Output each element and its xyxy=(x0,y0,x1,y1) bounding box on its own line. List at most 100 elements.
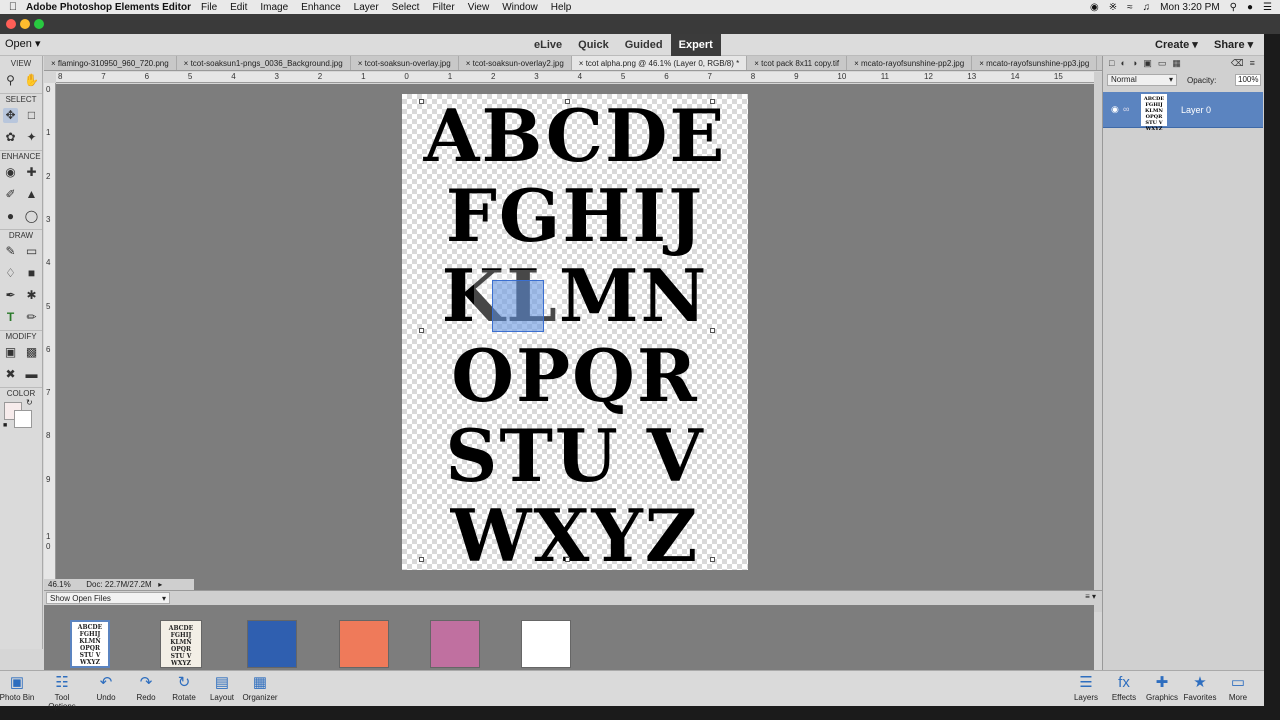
brush-tool-icon[interactable]: ✎ xyxy=(3,244,18,259)
new-layer-icon[interactable]: □ xyxy=(1109,58,1114,68)
delete-layer-icon[interactable]: ⌫ xyxy=(1231,58,1244,69)
canvas-area[interactable]: ABCDE FGHIJ KLMN OPQR STU V WXYZ xyxy=(56,84,1094,612)
sponge-tool-icon[interactable]: ◯ xyxy=(24,209,39,224)
new-adjustment-layer-icon[interactable]: ◑ xyxy=(1132,58,1137,68)
mode-quick[interactable]: Quick xyxy=(570,34,617,56)
thumb-soaksun-overlay[interactable] xyxy=(339,620,389,668)
transform-handle[interactable] xyxy=(710,557,715,562)
transform-handle[interactable] xyxy=(710,99,715,104)
volume-icon[interactable]: ♫ xyxy=(1143,2,1151,13)
healing-brush-tool-icon[interactable]: ✚ xyxy=(24,165,39,180)
menu-enhance[interactable]: Enhance xyxy=(301,2,340,13)
type-tool-icon[interactable]: T xyxy=(3,310,18,325)
app-name[interactable]: Adobe Photoshop Elements Editor xyxy=(26,2,191,13)
vertical-scrollbar[interactable] xyxy=(1094,72,1102,612)
bluetooth-icon[interactable]: ※ xyxy=(1109,2,1117,13)
paint-bucket-tool-icon[interactable]: ♢ xyxy=(3,266,18,281)
layer-name[interactable]: Layer 0 xyxy=(1181,105,1211,115)
mode-guided[interactable]: Guided xyxy=(617,34,671,56)
crop-tool-icon[interactable]: ▣ xyxy=(3,345,18,360)
move-tool-icon[interactable]: ✥ xyxy=(3,107,18,123)
lasso-tool-icon[interactable]: ✿ xyxy=(3,130,18,145)
show-open-files-select[interactable]: Show Open Files ▾ xyxy=(46,592,170,604)
transform-handle[interactable] xyxy=(419,99,424,104)
layer-row-layer0[interactable]: ◉ ∞ ABCDE FGHIJ KLMN OPQR STU V WXYZ Lay… xyxy=(1103,92,1263,132)
mode-expert[interactable]: Expert xyxy=(670,34,721,56)
tab-flamingo[interactable]: × flamingo-310950_960_720.png xyxy=(44,56,177,70)
thumb-tcot-alpha[interactable]: ABCDE FGHIJ KLMN OPQR STU V WXYZ xyxy=(70,620,110,668)
record-icon[interactable]: ◉ xyxy=(1090,2,1099,13)
new-fill-layer-icon[interactable]: ◐ xyxy=(1120,58,1125,68)
share-button[interactable]: Share ▾ xyxy=(1214,38,1253,51)
mode-elive[interactable]: eLive xyxy=(526,34,570,56)
eyedropper-tool-icon[interactable]: ✒ xyxy=(3,288,18,303)
default-colors-icon[interactable]: ■ xyxy=(3,422,7,429)
menu-file[interactable]: File xyxy=(201,2,217,13)
recompose-tool-icon[interactable]: ▩ xyxy=(24,345,39,360)
visibility-eye-icon[interactable]: ◉ xyxy=(1111,104,1119,115)
user-avatar-icon[interactable]: ● xyxy=(1247,2,1253,13)
tab-soaksun-background[interactable]: × tcot-soaksun1-pngs_0036_Background.jpg xyxy=(177,56,351,70)
tab-rayofsunshine-pp2[interactable]: × mcato-rayofsunshine-pp2.jpg xyxy=(847,56,973,70)
more-button[interactable]: ▭ More xyxy=(1216,673,1260,702)
straighten-tool-icon[interactable]: ▬ xyxy=(24,367,39,382)
undo-button[interactable]: ↶ Undo xyxy=(84,673,128,702)
marquee-tool-icon[interactable]: □ xyxy=(24,108,39,123)
lock-all-icon[interactable]: ▭ xyxy=(1158,58,1167,69)
photo-bin-button[interactable]: ▣ Photo Bin xyxy=(0,673,39,702)
transform-handle[interactable] xyxy=(419,557,424,562)
hand-tool-icon[interactable]: ✋ xyxy=(24,73,39,88)
menu-filter[interactable]: Filter xyxy=(432,2,454,13)
panel-menu-icon[interactable]: ≡ xyxy=(1250,58,1255,68)
transform-handle[interactable] xyxy=(419,328,424,333)
pencil-tool-icon[interactable]: ✏ xyxy=(24,310,39,325)
blur-tool-icon[interactable]: ● xyxy=(3,209,18,224)
gradient-tool-icon[interactable]: ■ xyxy=(24,266,39,281)
transform-handle[interactable] xyxy=(565,99,570,104)
tab-soaksun-overlay2[interactable]: × tcot-soaksun-overlay2.jpg xyxy=(459,56,572,70)
smart-brush-tool-icon[interactable]: ✐ xyxy=(3,187,18,202)
thumb-soaksun-overlay2[interactable] xyxy=(430,620,480,668)
tab-tcot-pack[interactable]: × tcot pack 8x11 copy.tif xyxy=(747,56,848,70)
link-layer-icon[interactable]: ∞ xyxy=(1123,104,1129,114)
menu-layer[interactable]: Layer xyxy=(354,2,379,13)
lock-transparent-icon[interactable]: ▦ xyxy=(1172,58,1181,69)
apple-icon[interactable]:  xyxy=(0,1,26,13)
background-color-swatch[interactable] xyxy=(14,410,32,428)
swap-colors-icon[interactable]: ↻ xyxy=(26,398,33,407)
red-eye-tool-icon[interactable]: ◉ xyxy=(3,165,18,180)
zoom-window-button[interactable] xyxy=(34,19,44,29)
letter-l-selection[interactable] xyxy=(492,280,544,332)
document-canvas[interactable]: ABCDE FGHIJ KLMN OPQR STU V WXYZ xyxy=(402,94,748,576)
menu-help[interactable]: Help xyxy=(551,2,572,13)
tab-tcot-alpha[interactable]: × tcot alpha.png @ 46.1% (Layer 0, RGB/8… xyxy=(571,56,748,70)
clone-stamp-tool-icon[interactable]: ▲ xyxy=(24,187,39,202)
tab-rayofsunshine-pp3[interactable]: × mcato-rayofsunshine-pp3.jpg xyxy=(972,56,1098,70)
tab-soaksun-overlay[interactable]: × tcot-soaksun-overlay.jpg xyxy=(351,56,459,70)
opacity-input[interactable]: 100% xyxy=(1235,74,1261,86)
notification-list-icon[interactable]: ☰ xyxy=(1263,2,1272,13)
spotlight-search-icon[interactable]: ⚲ xyxy=(1230,2,1237,13)
close-window-button[interactable] xyxy=(6,19,16,29)
custom-shape-tool-icon[interactable]: ✱ xyxy=(24,288,39,303)
transform-handle[interactable] xyxy=(710,328,715,333)
blend-mode-select[interactable]: Normal ▾ xyxy=(1107,74,1177,86)
eraser-tool-icon[interactable]: ▭ xyxy=(24,244,39,259)
thumb-tcot-pack[interactable]: ABCDE FGHIJ KLMN OPQR STU V WXYZ xyxy=(160,620,202,668)
layer-mask-icon[interactable]: ▣ xyxy=(1143,58,1152,69)
organizer-button[interactable]: ▦ Organizer xyxy=(238,673,282,702)
menu-edit[interactable]: Edit xyxy=(230,2,247,13)
thumb-soaksun-background[interactable] xyxy=(247,620,297,668)
clock[interactable]: Mon 3:20 PM xyxy=(1160,2,1219,13)
bin-options-icon[interactable]: ≡ ▾ xyxy=(1085,592,1096,601)
menu-image[interactable]: Image xyxy=(260,2,288,13)
tool-options-button[interactable]: ☷ Tool Options xyxy=(40,673,84,711)
status-expand-icon[interactable]: ▸ xyxy=(154,580,162,589)
menu-view[interactable]: View xyxy=(468,2,490,13)
transform-handle[interactable] xyxy=(565,557,570,562)
minimize-window-button[interactable] xyxy=(20,19,30,29)
zoom-tool-icon[interactable]: ⚲ xyxy=(3,73,18,88)
menu-select[interactable]: Select xyxy=(392,2,420,13)
wifi-icon[interactable]: ≈ xyxy=(1127,2,1133,13)
thumb-rayofsunshine[interactable] xyxy=(521,620,571,668)
